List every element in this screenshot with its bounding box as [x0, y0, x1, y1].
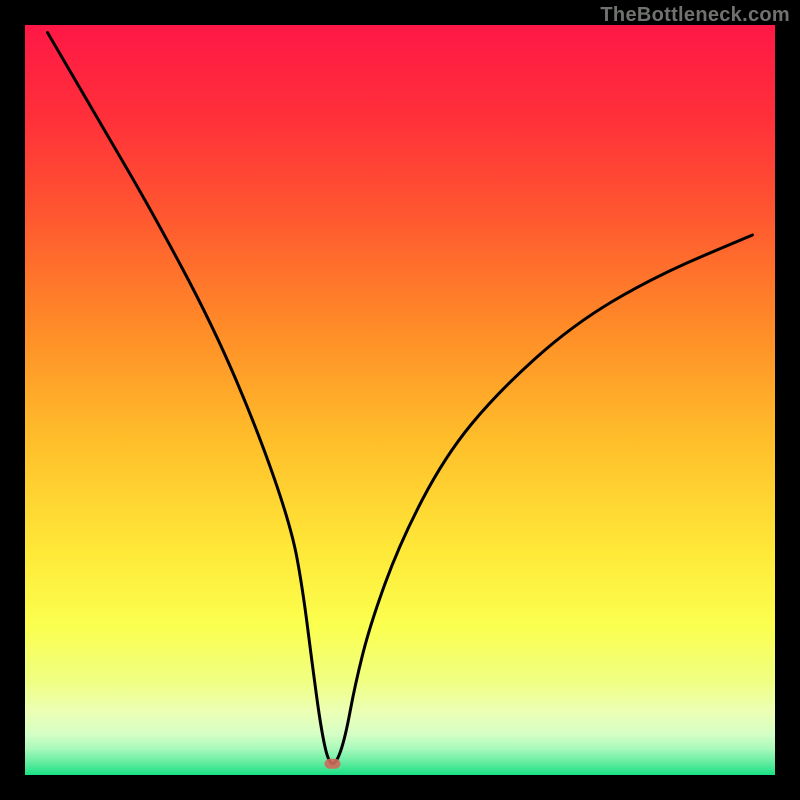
- chart-svg: [25, 25, 775, 775]
- watermark-text: TheBottleneck.com: [600, 4, 790, 27]
- optimal-marker: [325, 759, 341, 769]
- gradient-background: [25, 25, 775, 775]
- plot-area: [25, 25, 775, 775]
- chart-stage: TheBottleneck.com: [0, 0, 800, 800]
